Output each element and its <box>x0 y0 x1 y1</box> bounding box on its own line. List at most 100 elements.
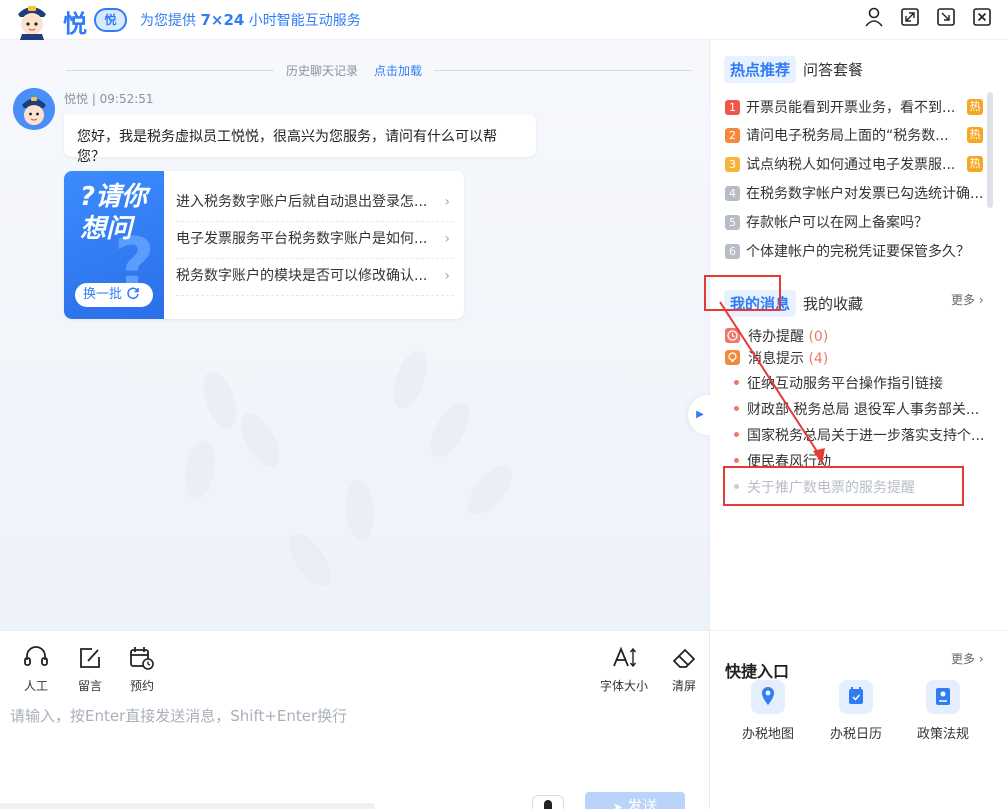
hot-item-text: 开票员能看到开票业务，看不到... <box>746 100 956 116</box>
hot-item-text: 个体建帐户的完税凭证要保管多久？ <box>746 244 970 260</box>
mascot-avatar-icon <box>14 0 50 40</box>
horizontal-scrollbar[interactable] <box>0 803 375 809</box>
font-size-label: 字体大小 <box>600 679 649 693</box>
header-slogan: 为您提供 7×24 小时智能互动服务 <box>140 10 361 30</box>
rank-badge: 5 <box>725 215 740 230</box>
quick-entry-policy[interactable]: 政策法规 <box>903 680 983 742</box>
leave-message-label: 留言 <box>77 679 102 693</box>
tab-qa-packages[interactable]: 问答套餐 <box>803 59 863 80</box>
policy-book-icon <box>926 680 960 714</box>
history-bar: 历史聊天记录 点击加载 <box>0 62 709 78</box>
hot-tag: 热 <box>967 156 983 172</box>
chevron-right-icon: › <box>444 268 450 284</box>
ask-title: ?请你 想问 <box>80 181 147 245</box>
load-history-link[interactable]: 点击加载 <box>374 62 422 79</box>
hot-tag: 热 <box>967 99 983 115</box>
sidebar: 热点推荐 问答套餐 1 开票员能看到开票业务，看不到... 热 2 请问电子税务局上… <box>704 40 1008 809</box>
headset-icon <box>24 646 48 666</box>
booking-button[interactable]: 预约 <box>128 645 156 694</box>
rank-badge: 2 <box>725 128 740 143</box>
divider <box>710 630 1008 631</box>
suggested-question[interactable]: 电子发票服务平台税务数字账户是如何... › <box>176 222 454 259</box>
greeting-bubble: 您好，我是税务虚拟员工悦悦，很高兴为您服务，请问有什么可以帮您？ <box>64 114 536 165</box>
more-quick-link[interactable]: 更多 › <box>951 650 984 667</box>
quick-entry-title: 快捷入口 <box>725 662 790 681</box>
hot-item[interactable]: 2 请问电子税务局上面的“税务数... 热 <box>725 125 983 145</box>
tab-hot-recommendations[interactable]: 热点推荐 <box>724 56 797 83</box>
question-text: 电子发票服务平台税务数字账户是如何... <box>176 231 428 247</box>
user-icon[interactable] <box>863 6 885 28</box>
quick-entry-tax-calendar[interactable]: 办税日历 <box>816 680 896 742</box>
divider <box>66 70 274 71</box>
leave-message-button[interactable]: 留言 <box>76 645 104 694</box>
microphone-icon <box>544 800 552 809</box>
font-size-icon <box>613 646 637 668</box>
hot-item[interactable]: 4 在税务数字帐户对发票已勾选统计确... <box>725 183 983 203</box>
wheat-watermark-icon <box>185 351 513 586</box>
close-icon[interactable] <box>971 6 993 28</box>
input-area: 人工 留言 预约 字体大小 清屏 请输入，按Enter直接发送消息，Shift+… <box>0 630 709 809</box>
hot-tag: 热 <box>967 127 983 143</box>
question-text: 税务数字账户的模块是否可以修改确认... <box>176 268 428 284</box>
rank-badge: 1 <box>725 100 740 115</box>
header: 悦 悦 为您提供 7×24 小时智能互动服务 <box>0 0 1008 40</box>
suggested-question[interactable]: 税务数字账户的模块是否可以修改确认... › <box>176 259 454 296</box>
refresh-questions-button[interactable]: 换一批 <box>75 283 153 307</box>
chevron-right-icon: › <box>444 194 450 210</box>
refresh-label: 换一批 <box>83 287 123 302</box>
hot-item-text: 存款帐户可以在网上备案吗？ <box>746 215 928 231</box>
send-button[interactable]: ➤ 发送 <box>585 792 685 809</box>
quick-entry-label: 办税日历 <box>829 727 882 742</box>
hot-list-scrollbar[interactable] <box>987 92 993 208</box>
quick-entry-tax-map[interactable]: 办税地图 <box>728 680 808 742</box>
bot-meta: 悦悦 | 09:52:51 <box>64 92 154 106</box>
font-size-button[interactable]: 字体大小 <box>600 645 648 694</box>
rank-badge: 3 <box>725 157 740 172</box>
human-service-button[interactable]: 人工 <box>22 645 50 694</box>
history-label: 历史聊天记录 <box>286 64 359 78</box>
exit-icon[interactable] <box>935 6 957 28</box>
clear-screen-label: 清屏 <box>671 679 696 693</box>
more-label: 更多 <box>951 652 976 666</box>
bot-avatar <box>13 88 55 130</box>
slogan-prefix: 为您提供 <box>140 13 196 29</box>
quick-entry-label: 办税地图 <box>741 727 794 742</box>
calendar-clock-icon <box>130 647 154 670</box>
hot-item[interactable]: 5 存款帐户可以在网上备案吗？ <box>725 212 983 232</box>
calendar-icon <box>839 680 873 714</box>
edit-icon <box>80 648 100 668</box>
chevron-right-icon: › <box>978 293 984 307</box>
hot-item[interactable]: 6 个体建帐户的完税凭证要保管多久？ <box>725 241 983 261</box>
map-pin-icon <box>751 680 785 714</box>
slogan-suffix: 小时智能互动服务 <box>248 13 361 29</box>
send-label: 发送 <box>627 797 658 809</box>
quick-entry-label: 政策法规 <box>916 727 969 742</box>
rank-badge: 4 <box>725 186 740 201</box>
suggested-question[interactable]: 进入税务数字账户后就自动退出登录怎... › <box>176 185 454 222</box>
chevron-right-icon: › <box>978 652 984 666</box>
clear-screen-button[interactable]: 清屏 <box>670 645 698 694</box>
hot-item-text: 试点纳税人如何通过电子发票服... <box>746 157 956 173</box>
chevron-right-icon: › <box>444 231 450 247</box>
slogan-strong: 7×24 <box>200 11 245 29</box>
hot-item-text: 在税务数字帐户对发票已勾选统计确... <box>746 186 983 202</box>
chat-panel: 历史聊天记录 点击加载 悦悦 | 09:52:51 您好，我是税务虚拟员工悦悦，… <box>0 40 709 630</box>
ask-title-line1: ?请你 <box>80 182 148 212</box>
more-messages-link[interactable]: 更多 › <box>951 291 984 308</box>
scrollbar-thumb[interactable] <box>987 92 993 208</box>
highlight-box <box>723 466 964 506</box>
booking-label: 预约 <box>129 679 154 693</box>
message-input[interactable]: 请输入，按Enter直接发送消息，Shift+Enter换行 <box>10 705 347 726</box>
human-service-label: 人工 <box>23 679 48 693</box>
logo-badge: 悦 <box>94 8 127 32</box>
annotation-arrow-icon <box>719 301 825 464</box>
microphone-button[interactable] <box>532 795 564 809</box>
rank-badge: 6 <box>725 244 740 259</box>
refresh-icon <box>127 287 139 300</box>
eraser-icon <box>672 648 696 668</box>
hot-item-text: 请问电子税务局上面的“税务数... <box>746 128 949 144</box>
hot-item[interactable]: 1 开票员能看到开票业务，看不到... 热 <box>725 97 983 117</box>
ask-title-line2: 想问 <box>80 214 133 244</box>
hot-item[interactable]: 3 试点纳税人如何通过电子发票服... 热 <box>725 154 983 174</box>
fullscreen-icon[interactable] <box>899 6 921 28</box>
